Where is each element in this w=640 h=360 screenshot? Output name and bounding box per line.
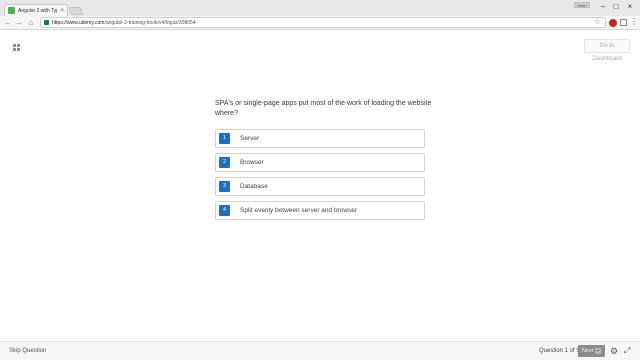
minimize-button[interactable]: – [596, 1, 610, 13]
next-label: Next [581, 348, 594, 354]
browser-toolbar: ← → ⌂ https://www.udemy.com/angular-2-tr… [0, 16, 640, 30]
address-bar[interactable]: https://www.udemy.com/angular-2-training… [40, 17, 606, 28]
go-to-dashboard-button[interactable]: Go to Dashboard [584, 39, 630, 62]
browser-titlebar: Angular 2 with Typescri × Keith – □ × [0, 0, 640, 16]
url-host: https://www.udemy.com [52, 19, 105, 26]
skip-question-link[interactable]: Skip Question [9, 348, 46, 354]
answer-option-2[interactable]: 2 Browser [215, 153, 425, 172]
answer-option-1[interactable]: 1 Server [215, 129, 425, 148]
question-text: SPA's or single-page apps put most of th… [215, 100, 432, 117]
answer-option-3[interactable]: 3 Database [215, 177, 425, 196]
home-icon[interactable]: ⌂ [26, 17, 36, 29]
browser-menu-icon[interactable]: ⋮ [630, 17, 638, 27]
udemy-favicon-icon [8, 7, 15, 14]
extension-icon[interactable] [620, 19, 627, 26]
back-arrow-icon[interactable]: ← [3, 17, 13, 29]
grid-icon[interactable] [8, 40, 24, 54]
answer-list: 1 Server 2 Browser 3 Database 4 Split ev… [215, 129, 425, 225]
browser-tab[interactable]: Angular 2 with Typescri × [4, 4, 68, 16]
url-path: /angular-2-training-book/v4/t/quiz/30805… [104, 19, 196, 26]
new-tab-button[interactable] [68, 7, 84, 15]
enter-key-icon: ↵ [595, 348, 602, 354]
next-button[interactable]: Next ↵ [578, 345, 605, 357]
answer-number-badge: 1 [219, 133, 230, 144]
maximize-button[interactable]: □ [609, 1, 623, 13]
url-text: https://www.udemy.com/angular-2-training… [52, 20, 196, 26]
lock-icon [44, 20, 49, 25]
user-badge[interactable]: Keith [574, 2, 590, 8]
answer-label: Split evenly between server and browser [240, 207, 358, 214]
answer-number-badge: 4 [219, 205, 230, 216]
forward-arrow-icon[interactable]: → [14, 17, 24, 29]
tab-title: Angular 2 with Typescri [18, 7, 57, 14]
bookmark-star-icon[interactable]: ☆ [594, 17, 601, 26]
answer-label: Server [240, 135, 260, 142]
question-counter: Question 1 of 5 [539, 348, 580, 354]
answer-label: Browser [240, 159, 264, 166]
answer-number-badge: 2 [219, 157, 230, 168]
answer-number-badge: 3 [219, 181, 230, 192]
adblock-extension-icon[interactable] [609, 19, 617, 27]
gear-icon[interactable]: ⚙ [610, 346, 618, 356]
answer-label: Database [240, 183, 268, 190]
close-window-button[interactable]: × [623, 1, 637, 13]
fullscreen-expand-icon[interactable]: ⤢ [624, 346, 630, 356]
tab-close-icon[interactable]: × [60, 8, 64, 14]
quiz-footer: Skip Question Question 1 of 5 Next ↵ ⚙ ⤢ [0, 341, 640, 360]
answer-option-4[interactable]: 4 Split evenly between server and browse… [215, 201, 425, 220]
